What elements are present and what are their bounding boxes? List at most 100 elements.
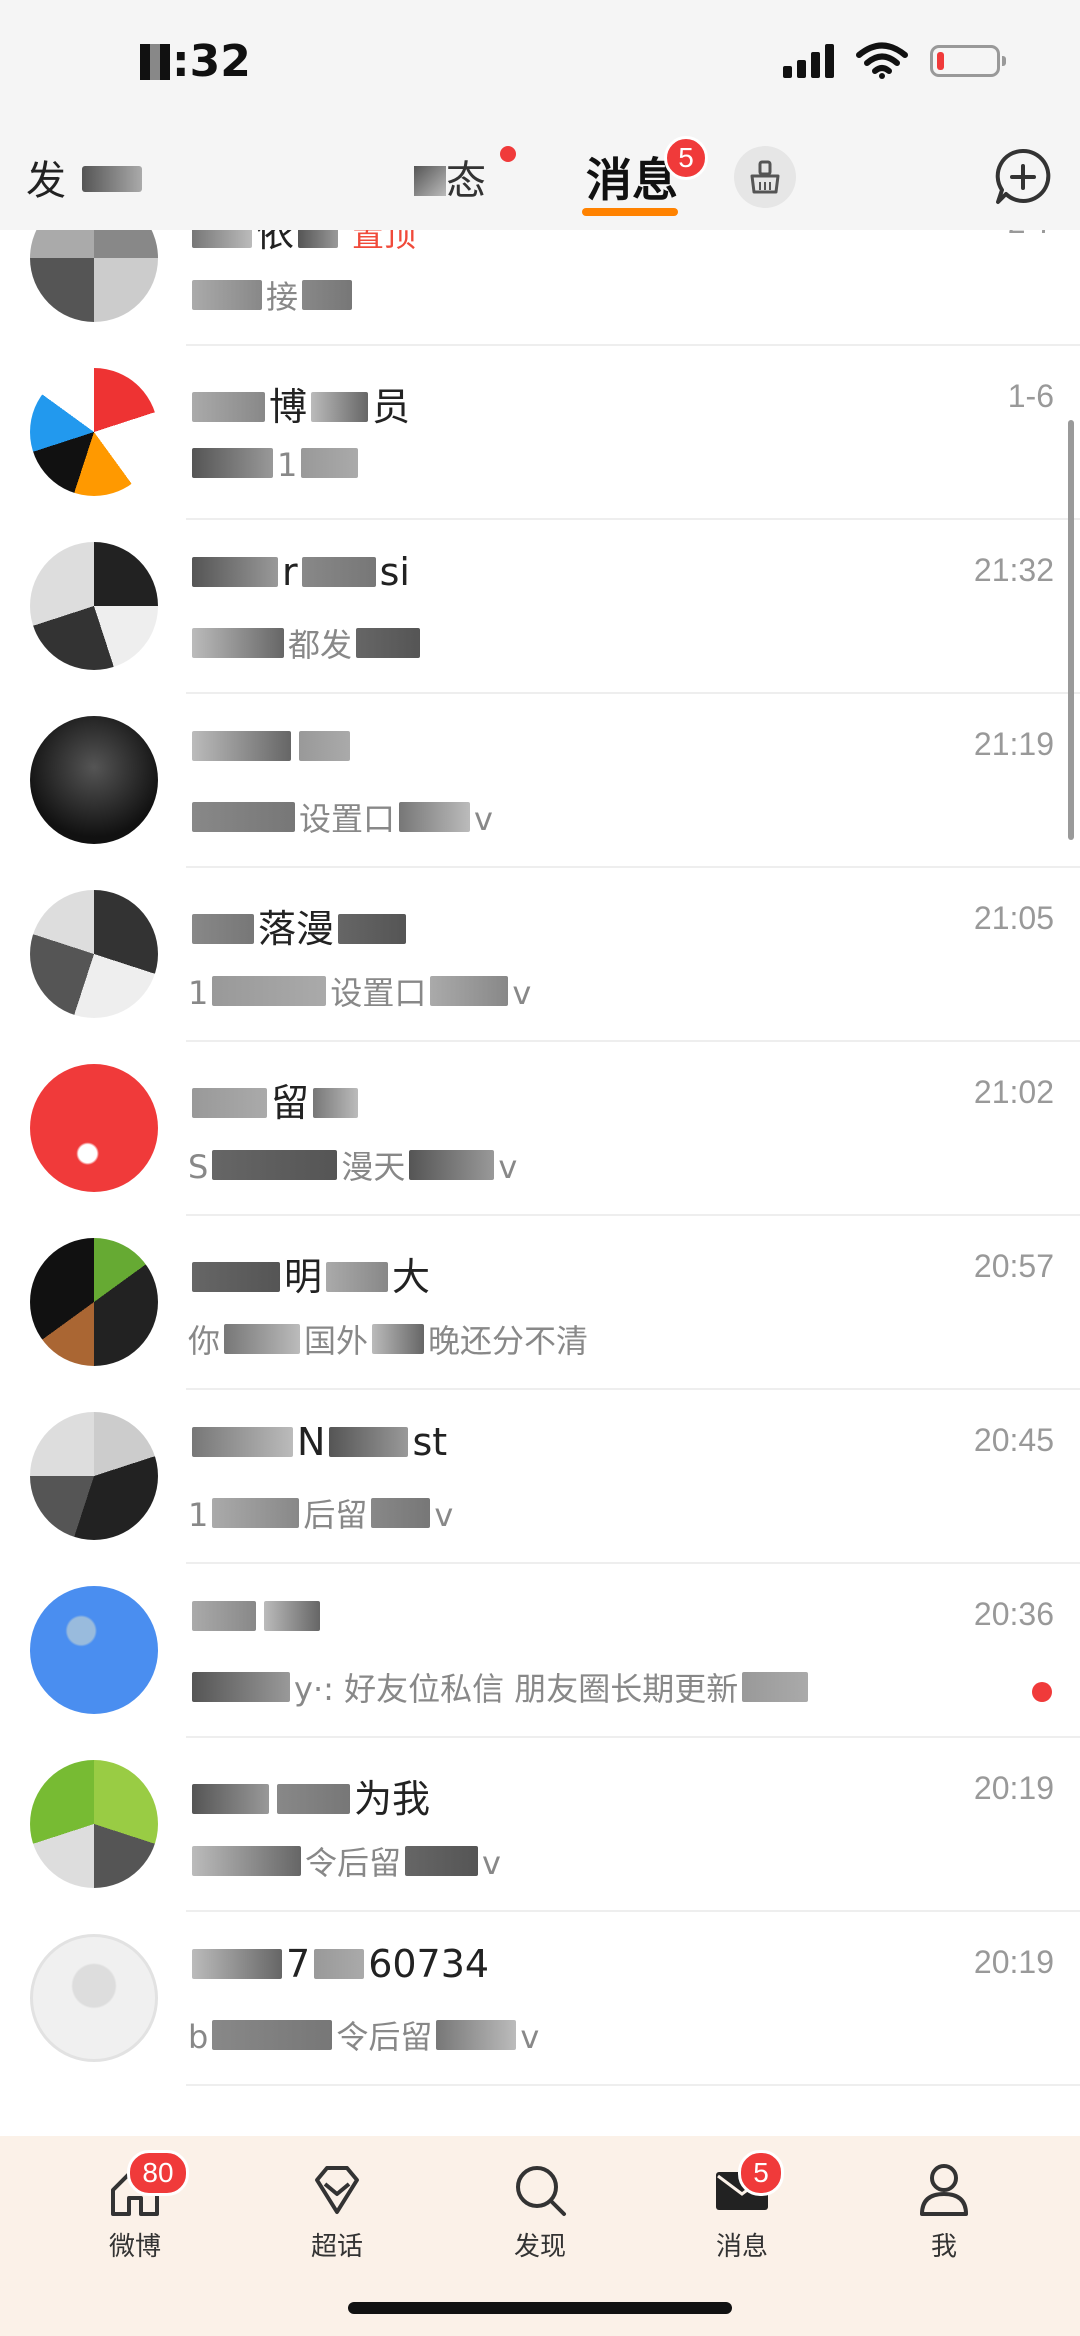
blurred-text bbox=[192, 1949, 282, 1979]
blurred-text bbox=[409, 1150, 495, 1180]
message-preview: b 令后留 v bbox=[188, 2012, 539, 2058]
preview-text: 国外 bbox=[304, 1322, 369, 1360]
avatar[interactable] bbox=[30, 1412, 158, 1540]
messages-badge: 5 bbox=[664, 136, 708, 180]
preview-trailing: v bbox=[520, 2018, 540, 2056]
status-time-text: :32 bbox=[172, 36, 251, 87]
message-preview: 1 bbox=[188, 446, 362, 484]
message-row[interactable]: 7 60734 b 令后留 v 20:19 bbox=[0, 1912, 1080, 2086]
blurred-text bbox=[192, 1088, 267, 1118]
message-sender-name: Nst bbox=[188, 1420, 447, 1464]
blurred-text bbox=[192, 448, 273, 478]
tab-search[interactable]: 发现 bbox=[480, 2158, 600, 2263]
blurred-text bbox=[192, 802, 295, 832]
message-time: 20:19 bbox=[973, 1944, 1054, 1980]
preview-trailing: v bbox=[434, 1496, 454, 1534]
blurred-text bbox=[192, 1262, 280, 1292]
avatar[interactable] bbox=[30, 368, 158, 496]
diamond-icon bbox=[315, 2166, 359, 2214]
profile-icon bbox=[920, 2164, 968, 2216]
blurred-text bbox=[264, 1601, 320, 1631]
blurred-text bbox=[212, 976, 327, 1006]
sender-name-text: r bbox=[282, 550, 298, 594]
avatar[interactable] bbox=[30, 890, 158, 1018]
status-time: :32 bbox=[140, 36, 251, 87]
avatar[interactable] bbox=[30, 542, 158, 670]
message-row[interactable]: 明大你国外 晚还分不清 20:57 bbox=[0, 1216, 1080, 1390]
blurred-text bbox=[277, 1784, 350, 1814]
avatar[interactable] bbox=[30, 1064, 158, 1192]
message-list[interactable]: 依置顶接2-7博员11-6rsi都发21:32设置口v21:19落漫1设置口v2… bbox=[0, 230, 1080, 2136]
blurred-text bbox=[212, 1150, 338, 1180]
message-sender-name bbox=[188, 1594, 324, 1638]
blurred-text bbox=[311, 392, 369, 422]
tab-mail[interactable]: 消息 5 bbox=[682, 2150, 802, 2263]
search-icon bbox=[516, 2166, 566, 2216]
message-row[interactable]: 设置口 v 21:19 bbox=[0, 694, 1080, 868]
blurred-text bbox=[82, 166, 142, 192]
tab-badge: 5 bbox=[738, 2150, 784, 2196]
nav-left-tab[interactable]: 发 bbox=[26, 148, 142, 206]
avatar[interactable] bbox=[30, 1238, 158, 1366]
blurred-text bbox=[302, 280, 353, 310]
message-row[interactable]: 博员 1 1-6 bbox=[0, 346, 1080, 520]
tab-home[interactable]: 微博 80 bbox=[75, 2150, 195, 2263]
message-preview: 1 设置口 v bbox=[188, 968, 531, 1014]
message-row[interactable]: Nst 1 后留 v 20:45 bbox=[0, 1390, 1080, 1564]
tab-feed[interactable]: 态 bbox=[414, 148, 486, 206]
preview-text: 设置口 bbox=[299, 800, 396, 838]
preview-trailing: v bbox=[474, 800, 493, 838]
sender-name-suffix: 60734 bbox=[368, 1942, 490, 1986]
blurred-text bbox=[371, 1498, 431, 1528]
tab-label: 微博 bbox=[108, 2232, 161, 2262]
message-row[interactable]: 落漫 1 设置口 v 21:05 bbox=[0, 868, 1080, 1042]
blurred-text bbox=[192, 1672, 290, 1702]
message-preview: S 漫天 v bbox=[188, 1142, 517, 1188]
message-time: 20:36 bbox=[973, 1596, 1054, 1632]
scrollbar[interactable] bbox=[1068, 420, 1074, 840]
sender-name-text: 落漫 bbox=[258, 907, 335, 951]
signal-icon bbox=[783, 44, 834, 78]
add-chat-icon[interactable] bbox=[992, 146, 1054, 208]
sender-name-suffix: si bbox=[379, 550, 410, 594]
tab-diamond[interactable]: 超话 bbox=[277, 2158, 397, 2263]
message-time: 21:19 bbox=[973, 726, 1054, 762]
message-row[interactable]: 依 置顶接 2-7 bbox=[0, 230, 1080, 346]
message-sender-name: 博员 bbox=[188, 376, 410, 431]
preview-text: 后留 bbox=[303, 1496, 368, 1534]
message-sender-name: 为我 bbox=[188, 1768, 430, 1823]
tab-feed-label: 态 bbox=[446, 158, 486, 204]
message-time: 1-6 bbox=[1007, 378, 1054, 414]
blurred-text bbox=[301, 557, 376, 587]
row-divider bbox=[186, 2084, 1080, 2086]
avatar[interactable] bbox=[30, 1586, 158, 1714]
sender-name-text: 依 bbox=[256, 230, 295, 255]
blurred-text bbox=[372, 1324, 425, 1354]
message-sender-name bbox=[188, 724, 354, 768]
preview-prefix: 1 bbox=[188, 974, 209, 1012]
tab-label: 我 bbox=[930, 2232, 957, 2262]
message-row[interactable]: y·: 好友位私信 朋友圈长期更新 20:36 bbox=[0, 1564, 1080, 1738]
clean-brush-button[interactable] bbox=[734, 146, 796, 208]
message-sender-name: 落漫 bbox=[188, 898, 410, 953]
sender-name-suffix: 为我 bbox=[354, 1777, 431, 1821]
avatar[interactable] bbox=[30, 716, 158, 844]
preview-prefix: b bbox=[188, 2018, 209, 2056]
avatar[interactable] bbox=[30, 230, 158, 322]
pinned-tag: 置顶 bbox=[352, 230, 417, 254]
sender-name-text: 留 bbox=[271, 1081, 310, 1125]
blurred-text bbox=[414, 166, 446, 196]
tab-profile[interactable]: 我 bbox=[884, 2158, 1004, 2263]
preview-text: 令后留 bbox=[336, 2018, 433, 2056]
preview-suffix: 晚还分不清 bbox=[428, 1322, 589, 1360]
blurred-text bbox=[430, 976, 509, 1006]
blurred-text bbox=[192, 1846, 301, 1876]
message-row[interactable]: r si 都发 21:32 bbox=[0, 520, 1080, 694]
avatar[interactable] bbox=[30, 1934, 158, 2062]
battery-level bbox=[937, 52, 944, 70]
sender-name-suffix: 大 bbox=[392, 1255, 431, 1299]
home-indicator[interactable] bbox=[348, 2302, 732, 2314]
avatar[interactable] bbox=[30, 1760, 158, 1888]
message-row[interactable]: 留 S 漫天 v 21:02 bbox=[0, 1042, 1080, 1216]
message-row[interactable]: 为我 令后留 v 20:19 bbox=[0, 1738, 1080, 1912]
